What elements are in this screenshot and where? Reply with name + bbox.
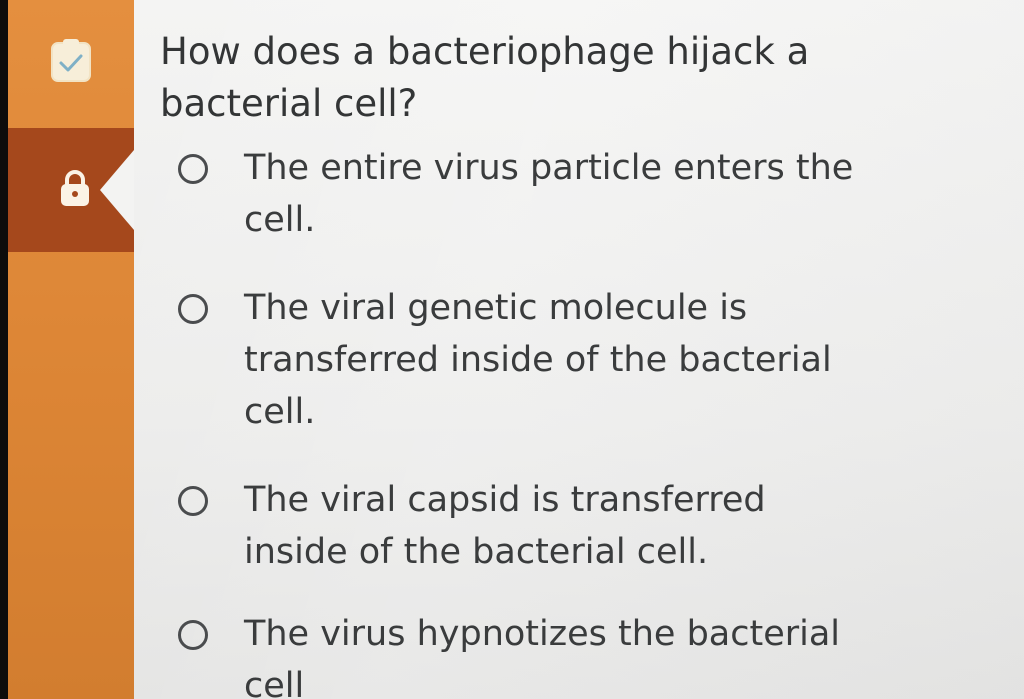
sidebar-item-task[interactable] xyxy=(8,0,134,128)
question-text: How does a bacteriophage hijack a bacter… xyxy=(160,30,810,125)
radio-button-1[interactable] xyxy=(178,154,208,184)
clipboard-check-icon xyxy=(48,36,94,84)
quiz-screen: How does a bacteriophage hijack a bacter… xyxy=(0,0,1024,699)
active-item-pointer xyxy=(100,150,134,230)
answer-option-1-label: The entire virus particle enters the cel… xyxy=(244,148,854,240)
lock-icon xyxy=(58,168,92,208)
sidebar xyxy=(8,0,134,699)
radio-button-2[interactable] xyxy=(178,294,208,324)
answer-option-3-label: The viral capsid is transferred inside o… xyxy=(244,480,766,572)
radio-button-3[interactable] xyxy=(178,486,208,516)
radio-button-4[interactable] xyxy=(178,620,208,650)
answer-option-2-label: The viral genetic molecule is transferre… xyxy=(244,288,832,432)
question-panel: How does a bacteriophage hijack a bacter… xyxy=(134,0,1024,699)
answer-option-4-label: The virus hypnotizes the bacterial cell xyxy=(244,614,841,699)
